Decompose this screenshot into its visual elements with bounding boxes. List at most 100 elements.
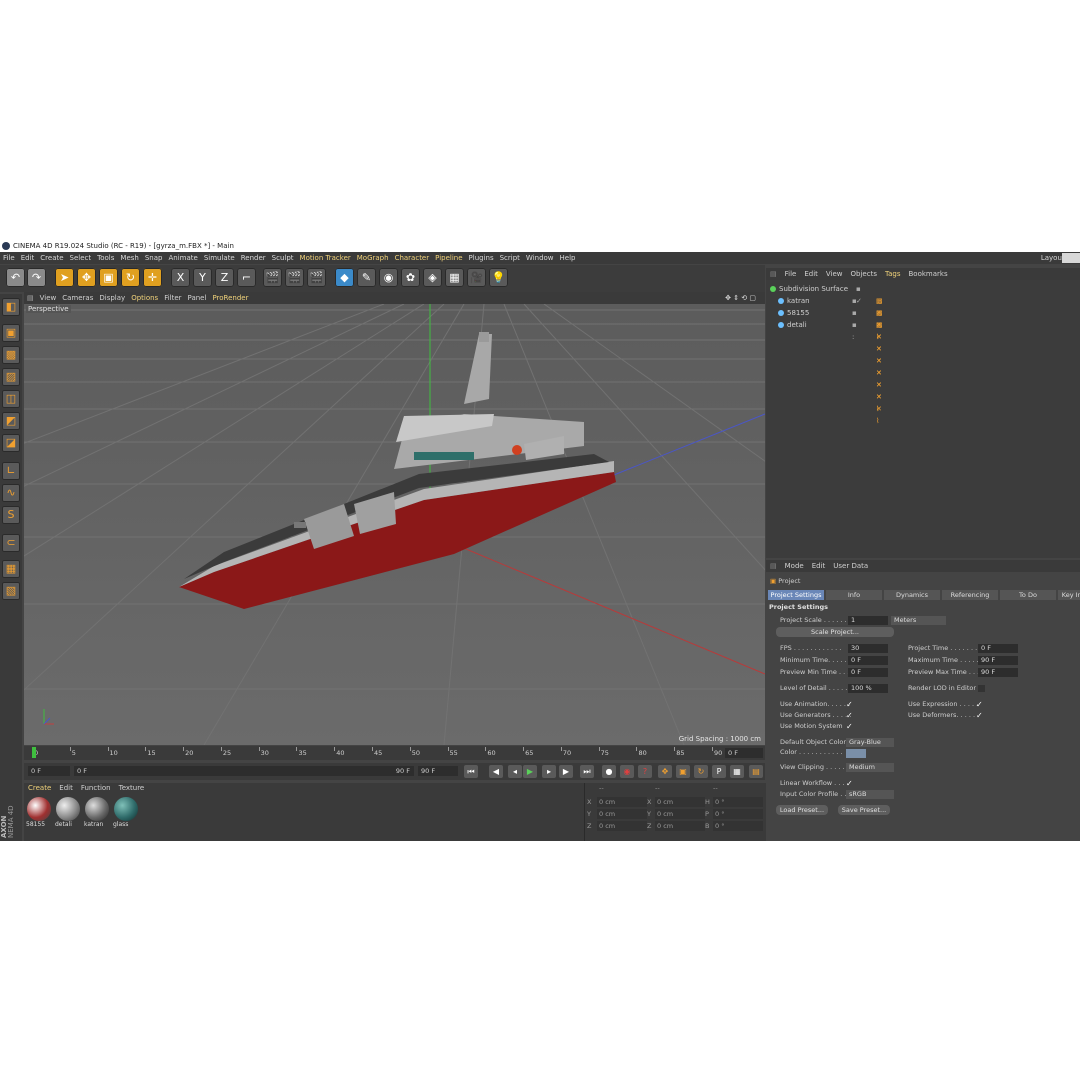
menu-edit[interactable]: Edit: [18, 252, 38, 264]
timeline-ruler[interactable]: 0 5 10 15 20 25 30 35 40 45 50 55 60 65 70 75 80 85 90 0 F: [24, 746, 765, 760]
coord-field[interactable]: 0 cm: [655, 821, 705, 831]
preview-min-field[interactable]: 0 F: [848, 668, 888, 677]
camera-icon[interactable]: 🎥: [467, 268, 486, 287]
fps-field[interactable]: 30: [848, 644, 888, 653]
menu-mesh[interactable]: Mesh: [117, 252, 141, 264]
obj-menu-view[interactable]: View: [822, 268, 847, 280]
project-scale-field[interactable]: 1: [848, 616, 888, 625]
axis-mode-icon[interactable]: ∟: [2, 462, 20, 480]
move-icon[interactable]: ✥: [77, 268, 96, 287]
menu-character[interactable]: Character: [392, 252, 433, 264]
menu-pipeline[interactable]: Pipeline: [432, 252, 465, 264]
visibility-toggle-icon[interactable]: ▪ :: [852, 319, 857, 343]
attr-menu-user-data[interactable]: User Data: [829, 560, 872, 572]
subdivision-icon[interactable]: ◉: [379, 268, 398, 287]
input-profile-select[interactable]: sRGB: [846, 790, 894, 799]
parameter-key-icon[interactable]: P: [712, 765, 726, 778]
select-arrow-icon[interactable]: ➤: [55, 268, 74, 287]
render-lod-checkbox[interactable]: [978, 685, 985, 692]
playhead[interactable]: [32, 747, 36, 758]
undo-icon[interactable]: ↶: [6, 268, 25, 287]
max-frame-field[interactable]: 90 F: [418, 766, 458, 776]
frame-range-slider[interactable]: 0 F 90 F: [74, 766, 414, 776]
current-frame-field[interactable]: 0 F: [28, 766, 70, 776]
mat-menu-function[interactable]: Function: [77, 783, 115, 794]
obj-menu-tags[interactable]: Tags: [881, 268, 905, 280]
level-of-detail-field[interactable]: 100 %: [848, 684, 888, 693]
light-icon[interactable]: 💡: [489, 268, 508, 287]
project-scale-unit-select[interactable]: Meters: [891, 616, 946, 625]
coord-field[interactable]: 0 cm: [655, 809, 705, 819]
perspective-viewport[interactable]: Perspective Grid Spacing : 1000 cm: [24, 304, 765, 745]
material-swatch[interactable]: katran: [84, 797, 110, 831]
points-mode-icon[interactable]: ◫: [2, 390, 20, 408]
obj-menu-bookmarks[interactable]: Bookmarks: [904, 268, 951, 280]
object-row[interactable]: detali ▪ : ▩ ✕ ✕ ✕ ✕ ✕ ✕ ✕ ⌇: [778, 319, 883, 425]
menu-motion-tracker[interactable]: Motion Tracker: [297, 252, 354, 264]
menu-simulate[interactable]: Simulate: [201, 252, 238, 264]
project-time-field[interactable]: 0 F: [978, 644, 1018, 653]
vp-menu-view[interactable]: View: [37, 292, 60, 304]
render-view-icon[interactable]: 🎬: [263, 268, 282, 287]
tab-key-interpolation[interactable]: Key Int: [1058, 590, 1080, 600]
goto-start-icon[interactable]: ⏮: [464, 765, 478, 778]
menu-animate[interactable]: Animate: [165, 252, 200, 264]
tweak-mode-icon[interactable]: ∿: [2, 484, 20, 502]
menu-create[interactable]: Create: [37, 252, 66, 264]
vp-menu-options[interactable]: Options: [128, 292, 161, 304]
use-expression-checkbox[interactable]: ✓: [976, 701, 983, 709]
tab-todo[interactable]: To Do: [1000, 590, 1056, 600]
workplane-icon[interactable]: ▨: [2, 368, 20, 386]
cube-icon[interactable]: ◆: [335, 268, 354, 287]
play-icon[interactable]: ▶: [523, 765, 537, 778]
goto-end-icon[interactable]: ⏭: [580, 765, 594, 778]
coord-field[interactable]: 0 cm: [597, 809, 647, 819]
material-swatch[interactable]: detali: [55, 797, 81, 831]
vp-menu-prorender[interactable]: ProRender: [209, 292, 251, 304]
default-color-select[interactable]: Gray-Blue: [846, 738, 894, 747]
z-axis-icon[interactable]: Z: [215, 268, 234, 287]
menu-snap[interactable]: Snap: [142, 252, 166, 264]
planar-workplane-icon[interactable]: ▧: [2, 582, 20, 600]
vp-menu-display[interactable]: Display: [96, 292, 128, 304]
use-motion-checkbox[interactable]: ✓: [846, 723, 853, 731]
object-row[interactable]: Subdivision Surface ▪ ✓: [770, 283, 862, 305]
viewport-nav-icons[interactable]: ✥ ⇕ ⟲ ▢: [722, 292, 759, 304]
linear-workflow-checkbox[interactable]: ✓: [846, 780, 853, 788]
obj-menu-file[interactable]: File: [781, 268, 801, 280]
array-icon[interactable]: ✿: [401, 268, 420, 287]
next-frame-icon[interactable]: ▸: [542, 765, 556, 778]
preview-max-field[interactable]: 90 F: [978, 668, 1018, 677]
render-picture-viewer-icon[interactable]: 🎬: [285, 268, 304, 287]
keyframe-selection-icon[interactable]: ?: [638, 765, 652, 778]
object-row[interactable]: katran ▪ : ▩ ✕ ✕ ⌇: [778, 295, 883, 341]
mat-menu-create[interactable]: Create: [24, 783, 55, 794]
coord-field[interactable]: 0 cm: [597, 797, 647, 807]
point-level-icon[interactable]: ▦: [730, 765, 744, 778]
menu-window[interactable]: Window: [523, 252, 557, 264]
rotation-key-icon[interactable]: ↻: [694, 765, 708, 778]
menu-help[interactable]: Help: [557, 252, 579, 264]
tab-info[interactable]: Info: [826, 590, 882, 600]
pen-icon[interactable]: ✎: [357, 268, 376, 287]
menu-script[interactable]: Script: [497, 252, 523, 264]
tab-dynamics[interactable]: Dynamics: [884, 590, 940, 600]
use-animation-checkbox[interactable]: ✓: [846, 701, 853, 709]
mat-menu-edit[interactable]: Edit: [55, 783, 77, 794]
magnet-icon[interactable]: ⊂: [2, 534, 20, 552]
vp-menu-panel[interactable]: Panel: [185, 292, 210, 304]
scale-project-button[interactable]: Scale Project...: [776, 627, 894, 637]
material-tags-icon[interactable]: ▩ ✕ ✕ ✕ ✕ ✕ ✕ ✕ ⌇: [876, 319, 883, 427]
model-mode-icon[interactable]: ▣: [2, 324, 20, 342]
coord-field[interactable]: 0 °: [713, 797, 763, 807]
menu-sculpt[interactable]: Sculpt: [269, 252, 297, 264]
x-axis-icon[interactable]: X: [171, 268, 190, 287]
menu-tools[interactable]: Tools: [94, 252, 117, 264]
coord-field[interactable]: 0 cm: [655, 797, 705, 807]
autokey-icon[interactable]: ◉: [620, 765, 634, 778]
redo-icon[interactable]: ↷: [27, 268, 46, 287]
make-editable-icon[interactable]: ◧: [2, 298, 20, 316]
coord-field[interactable]: 0 °: [713, 809, 763, 819]
scale-key-icon[interactable]: ▣: [676, 765, 690, 778]
snap-icon[interactable]: S: [2, 506, 20, 524]
